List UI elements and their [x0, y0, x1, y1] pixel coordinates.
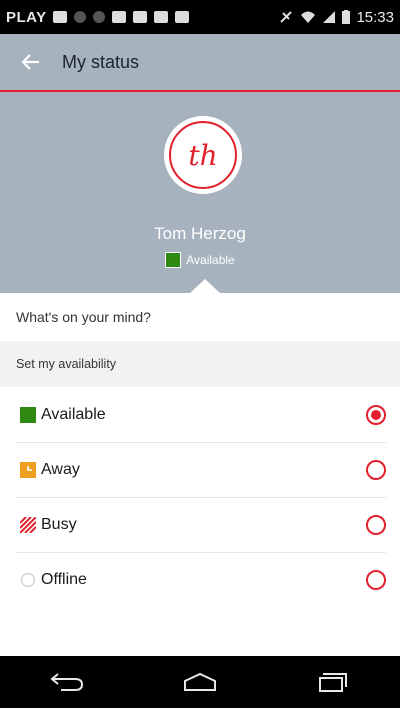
shield-icon	[111, 11, 126, 23]
mute-icon	[280, 11, 293, 23]
busy-icon	[20, 516, 36, 533]
voicemail-icon	[92, 11, 105, 23]
security-icon	[174, 11, 189, 23]
clock: 15:33	[356, 8, 394, 26]
header-pointer	[190, 279, 220, 293]
status-bar: PLAY 15:33	[0, 0, 400, 34]
option-available[interactable]: Available	[0, 387, 400, 442]
radio-busy[interactable]	[366, 515, 386, 535]
available-icon	[20, 406, 36, 423]
signal-icon	[323, 11, 336, 23]
back-button[interactable]	[0, 33, 62, 91]
user-name: Tom Herzog	[154, 224, 246, 243]
nav-home-button[interactable]	[170, 656, 230, 708]
radio-offline[interactable]	[366, 570, 386, 590]
page-title: My status	[62, 51, 140, 72]
radio-away[interactable]	[366, 460, 386, 480]
carrier-label: PLAY	[6, 8, 47, 26]
recents-icon	[319, 673, 348, 692]
option-label: Offline	[41, 570, 87, 588]
status-message-input[interactable]: What's on your mind?	[0, 293, 400, 341]
notification-icons	[52, 11, 189, 23]
avatar-initials: th	[188, 138, 218, 172]
radio-available[interactable]	[366, 405, 386, 425]
available-icon	[165, 252, 182, 268]
option-label: Busy	[41, 515, 77, 533]
nav-back-button[interactable]	[37, 656, 97, 708]
current-status-label: Available	[186, 253, 235, 267]
profile-header: th Tom Herzog Available	[0, 92, 400, 293]
option-away[interactable]: Away	[0, 442, 400, 497]
option-busy[interactable]: Busy	[0, 497, 400, 552]
home-icon	[183, 672, 216, 691]
message-icon	[52, 11, 67, 23]
option-label: Away	[41, 460, 80, 478]
voicemail-icon	[73, 11, 86, 23]
arrow-back-icon	[22, 54, 39, 70]
away-icon	[20, 461, 36, 478]
availability-section-header: Set my availability	[0, 341, 400, 387]
nav-recents-button[interactable]	[303, 656, 363, 708]
call-icon	[153, 11, 168, 23]
offline-icon	[20, 572, 36, 587]
option-offline[interactable]: Offline	[0, 552, 400, 607]
wifi-icon	[301, 11, 316, 23]
back-icon	[50, 673, 83, 691]
avatar-ring: th	[169, 121, 237, 189]
system-navigation-bar	[0, 656, 400, 708]
option-label: Available	[41, 405, 106, 423]
avatar: th	[164, 116, 242, 194]
availability-options: Available Away Busy Offline	[0, 387, 400, 607]
current-status: Available	[0, 252, 400, 268]
app-toolbar: My status	[0, 34, 400, 92]
image-icon	[132, 11, 147, 23]
battery-icon	[342, 10, 351, 24]
